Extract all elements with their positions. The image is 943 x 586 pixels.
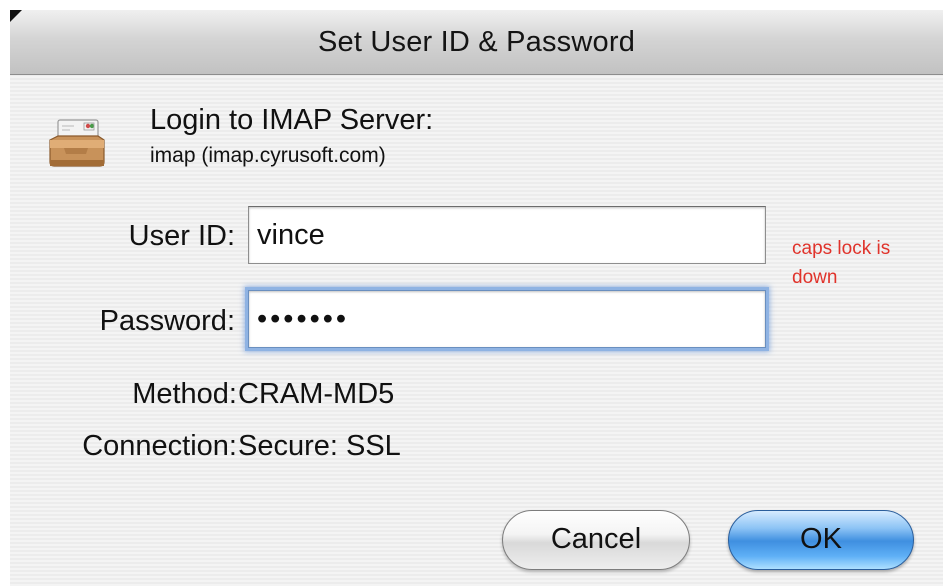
server-name: imap (imap.cyrusoft.com) xyxy=(150,144,386,167)
dialog-title: Set User ID & Password xyxy=(10,10,943,75)
connection-label: Connection: xyxy=(82,430,237,462)
login-title: Login to IMAP Server: xyxy=(150,104,434,136)
dialog-window: Set User ID & Password Login to IMAP Ser… xyxy=(10,10,943,586)
connection-value: Secure: SSL xyxy=(238,430,401,462)
window-corner xyxy=(10,10,22,22)
user-id-field[interactable] xyxy=(248,206,766,264)
method-value: CRAM-MD5 xyxy=(238,378,395,410)
ok-button[interactable]: OK xyxy=(728,510,914,570)
password-label: Password: xyxy=(99,305,235,337)
method-label: Method: xyxy=(132,378,237,410)
mail-tray-icon xyxy=(49,119,105,167)
user-id-label: User ID: xyxy=(128,220,235,252)
caps-lock-warning: caps lock is down xyxy=(792,238,891,288)
password-field[interactable] xyxy=(248,290,766,348)
cancel-button[interactable]: Cancel xyxy=(502,510,690,570)
